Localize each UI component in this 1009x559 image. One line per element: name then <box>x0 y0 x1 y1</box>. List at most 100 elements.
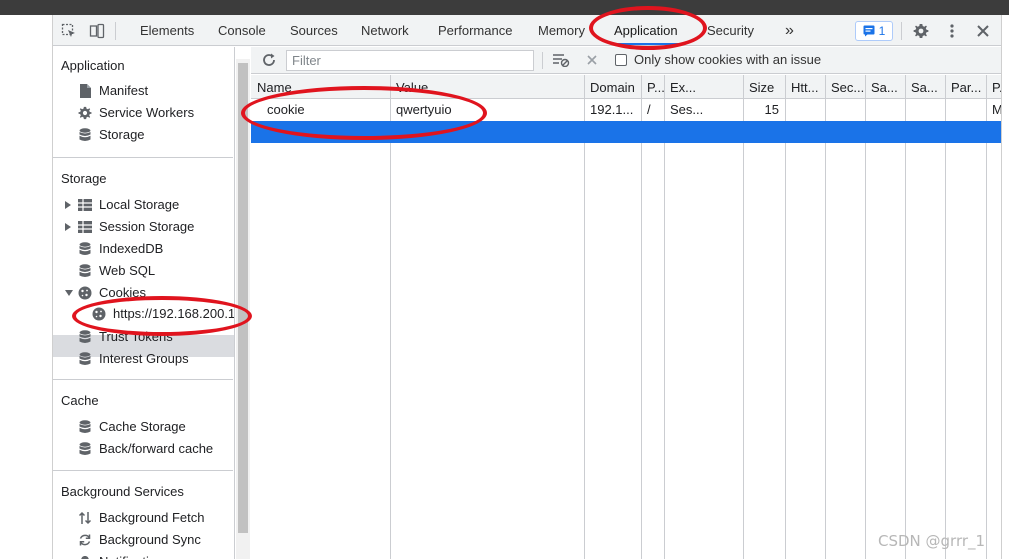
tab-bar-divider <box>901 22 902 40</box>
tab-performance[interactable]: Performance <box>438 15 512 46</box>
grid-icon <box>77 197 93 213</box>
refresh-icon[interactable] <box>259 50 279 70</box>
cell-size: 15 <box>764 102 779 117</box>
tab-network[interactable]: Network <box>361 15 409 46</box>
only-issues-checkbox[interactable] <box>615 54 627 66</box>
database-icon <box>77 263 93 279</box>
column-header-value[interactable]: Value <box>390 75 584 99</box>
active-tab-indicator <box>615 43 681 45</box>
database-icon <box>77 241 93 257</box>
column-header-priority[interactable]: P... <box>986 75 1001 99</box>
tab-sources[interactable]: Sources <box>290 15 338 46</box>
tab-bar-divider <box>115 22 116 40</box>
sidebar-scrollbar-thumb[interactable] <box>238 63 248 533</box>
table-row[interactable]: cookie qwertyuio 192.1... / Ses... 15 Me... <box>251 99 1001 121</box>
issues-badge[interactable]: 1 <box>855 21 893 41</box>
sidebar-item-interest-groups[interactable]: Interest Groups <box>77 348 189 370</box>
clear-filtered-cookies-icon[interactable] <box>551 50 571 70</box>
column-header-httponly[interactable]: Htt... <box>785 75 825 99</box>
sidebar-item-notifications[interactable]: Notifications <box>77 551 170 559</box>
database-icon <box>77 351 93 367</box>
issues-count: 1 <box>878 24 886 38</box>
application-sidebar: Application Manifest Service Workers Sto… <box>53 47 235 559</box>
cell-partition-key <box>945 99 986 121</box>
devtools-tab-bar: Elements Console Sources Network Perform… <box>53 15 1001 46</box>
cell-expires: Ses... <box>670 102 704 117</box>
database-icon <box>77 329 93 345</box>
sidebar-item-background-fetch[interactable]: Background Fetch <box>77 507 205 529</box>
sidebar-item-label: Service Workers <box>99 105 195 120</box>
inspect-element-icon[interactable] <box>59 21 79 41</box>
sidebar-item-label: Background Sync <box>99 532 201 547</box>
sidebar-item-session-storage[interactable]: Session Storage <box>77 216 194 238</box>
tab-elements[interactable]: Elements <box>140 15 194 46</box>
tab-security[interactable]: Security <box>707 15 754 46</box>
more-tabs-chevron-icon[interactable]: » <box>785 15 794 46</box>
column-header-partition-key[interactable]: Par... <box>945 75 986 99</box>
cell-samesite <box>865 99 905 121</box>
column-divider <box>905 75 906 559</box>
sidebar-item-cookie-origin[interactable]: https://192.168.200.1 <box>91 303 235 325</box>
table-row-selected[interactable] <box>251 121 1001 143</box>
section-title-cache: Cache <box>61 393 99 408</box>
sidebar-item-label: Interest Groups <box>99 351 189 366</box>
column-divider <box>390 75 391 559</box>
column-header-size[interactable]: Size <box>743 75 785 99</box>
sidebar-item-trust-tokens[interactable]: Trust Tokens <box>77 326 173 348</box>
cell-path: / <box>647 102 651 117</box>
sidebar-item-label: IndexedDB <box>99 241 164 256</box>
sidebar-item-indexeddb[interactable]: IndexedDB <box>77 238 163 260</box>
sidebar-item-label: Notifications <box>99 551 170 559</box>
column-divider <box>743 75 744 559</box>
tab-console[interactable]: Console <box>218 15 266 46</box>
cell-domain: 192.1... <box>590 102 634 117</box>
sidebar-item-local-storage[interactable]: Local Storage <box>77 194 179 216</box>
close-icon[interactable] <box>973 21 993 41</box>
column-header-secure[interactable]: Sec... <box>825 75 865 99</box>
only-issues-label: Only show cookies with an issue <box>634 52 822 67</box>
cell-priority: Me... <box>992 102 1001 117</box>
cookie-icon <box>91 306 107 322</box>
expand-triangle-icon[interactable] <box>65 223 71 231</box>
section-title-background-services: Background Services <box>61 484 184 499</box>
column-divider <box>986 75 987 559</box>
sidebar-item-background-sync[interactable]: Background Sync <box>77 529 201 551</box>
delete-selected-icon[interactable] <box>582 50 602 70</box>
column-header-sameparty[interactable]: Sa... <box>905 75 945 99</box>
sidebar-item-label: https://192.168.200.1 <box>113 306 235 321</box>
device-toolbar-icon[interactable] <box>87 21 107 41</box>
cell-httponly <box>785 99 825 121</box>
sidebar-item-web-sql[interactable]: Web SQL <box>77 260 155 282</box>
column-header-path[interactable]: P... <box>641 75 664 99</box>
sidebar-item-label: Manifest <box>99 83 149 98</box>
message-icon <box>863 25 875 37</box>
sidebar-item-back-forward-cache[interactable]: Back/forward cache <box>77 438 213 460</box>
settings-gear-icon[interactable] <box>911 21 931 41</box>
database-icon <box>77 127 93 143</box>
sidebar-item-cache-storage[interactable]: Cache Storage <box>77 416 186 438</box>
more-options-icon[interactable] <box>942 21 962 41</box>
filter-input[interactable] <box>286 50 534 71</box>
collapse-triangle-icon[interactable] <box>65 290 73 296</box>
column-header-name[interactable]: Name <box>251 75 390 99</box>
column-header-expires[interactable]: Ex... <box>664 75 743 99</box>
cookies-panel: Only show cookies with an issue NameValu… <box>251 47 1001 559</box>
sidebar-item-cookies[interactable]: Cookies <box>77 282 146 304</box>
cookies-table: Name Value Domain P... Ex... Size Htt... Sec...… <box>251 75 1001 559</box>
section-title-storage: Storage <box>61 171 107 186</box>
column-divider <box>865 75 866 559</box>
sidebar-item-manifest[interactable]: Manifest <box>77 80 148 102</box>
tab-memory[interactable]: Memory <box>538 15 585 46</box>
expand-triangle-icon[interactable] <box>65 201 71 209</box>
column-divider <box>584 75 585 559</box>
column-header-domain[interactable]: Domain <box>584 75 641 99</box>
sidebar-item-label: Cookies <box>99 285 146 300</box>
tab-application[interactable]: Application <box>614 15 678 46</box>
bell-icon <box>77 554 93 559</box>
column-divider <box>641 75 642 559</box>
column-header-samesite[interactable]: Sa... <box>865 75 905 99</box>
sidebar-item-storage[interactable]: Storage <box>77 124 145 146</box>
sidebar-item-service-workers[interactable]: Service Workers <box>77 102 194 124</box>
grid-icon <box>77 219 93 235</box>
sidebar-item-label: Cache Storage <box>99 419 186 434</box>
